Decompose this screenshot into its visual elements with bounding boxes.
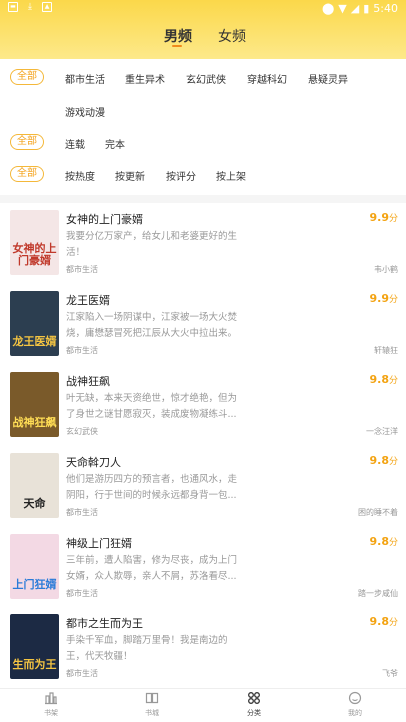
genre-option[interactable]: 悬疑灵异 bbox=[308, 71, 348, 86]
book-title: 天命斡刀人 bbox=[66, 456, 121, 469]
section-divider bbox=[0, 195, 406, 203]
book-description: 他们是游历四方的预言者，也通风水，走阴阳，行于世间的时候永远都身背一包... bbox=[66, 474, 238, 501]
book-title: 战神狂飙 bbox=[66, 375, 110, 388]
book-item[interactable]: 天命 天命斡刀人 9.8分 他们是游历四方的预言者，也通风水，走阴阳，行于世间的… bbox=[0, 453, 406, 533]
bottom-nav: 书架 书城 分类 我的 bbox=[0, 688, 406, 722]
location-icon: ⬤ bbox=[321, 2, 335, 15]
book-cover: 龙王医婿 bbox=[10, 291, 59, 356]
genre-option[interactable]: 都市生活 bbox=[65, 71, 105, 86]
sort-option[interactable]: 按评分 bbox=[166, 168, 196, 183]
nav-bookshelf[interactable]: 书架 bbox=[21, 691, 81, 718]
book-author: 飞爷 bbox=[382, 669, 398, 678]
tab-male[interactable]: 男频 bbox=[164, 26, 192, 46]
book-author: 踏一步咸仙 bbox=[358, 589, 398, 598]
genre-option[interactable]: 玄幻武侠 bbox=[186, 71, 226, 86]
status-option[interactable]: 连载 bbox=[65, 136, 85, 151]
book-title: 都市之生而为王 bbox=[66, 617, 143, 630]
book-category: 都市生活 bbox=[66, 508, 98, 517]
sort-option[interactable]: 按热度 bbox=[65, 168, 95, 183]
book-cover: 上门狂婿 bbox=[10, 534, 59, 599]
book-category: 都市生活 bbox=[66, 589, 98, 598]
book-item[interactable]: 女神的上门豪婿 女神的上门豪婿 9.9分 我要分亿万家产，给女儿和老婆更好的生活… bbox=[0, 210, 406, 290]
sort-all-chip[interactable]: 全部 bbox=[10, 166, 44, 182]
book-author: 困的睡不着 bbox=[358, 508, 398, 517]
book-score: 9.9分 bbox=[369, 292, 398, 305]
genre-all-chip[interactable]: 全部 bbox=[10, 69, 44, 85]
book-author: 一念汪洋 bbox=[366, 427, 398, 436]
genre-option[interactable]: 穿越科幻 bbox=[247, 71, 287, 86]
sort-option[interactable]: 按更新 bbox=[115, 168, 145, 183]
book-item[interactable]: 龙王医婿 龙王医婿 9.9分 江家陷入一场阴谋中，江家被一场大火焚烧，庸懋瑟冒死… bbox=[0, 291, 406, 371]
bookshelf-icon bbox=[45, 692, 57, 705]
book-title: 神级上门狂婿 bbox=[66, 537, 132, 550]
book-author: 韦小鹤 bbox=[374, 265, 398, 274]
book-item[interactable]: 生而为王 都市之生而为王 9.8分 手染千军血，脚踏万里骨！我是南边的王，代天牧… bbox=[0, 614, 406, 694]
nav-bookstore[interactable]: 书城 bbox=[122, 691, 182, 718]
book-cover: 战神狂飙 bbox=[10, 372, 59, 437]
book-description: 三年前，遭人陷害，修为尽丧，成为上门女婿，众人欺辱，亲人不屑，苏洛看尽... bbox=[66, 555, 238, 582]
book-icon bbox=[145, 692, 159, 704]
nav-profile[interactable]: 我的 bbox=[325, 691, 385, 718]
image-icon: ▲ bbox=[42, 2, 52, 12]
nav-category[interactable]: 分类 bbox=[224, 691, 284, 718]
category-icon bbox=[248, 692, 260, 704]
notification-icon: ▬ bbox=[8, 2, 18, 12]
wifi-icon: ▼ bbox=[338, 2, 347, 15]
book-description: 江家陷入一场阴谋中，江家被一场大火焚烧，庸懋瑟冒死把江辰从大火中拉出来。十 bbox=[66, 312, 238, 339]
book-author: 轩辕狂 bbox=[374, 346, 398, 355]
book-category: 玄幻武侠 bbox=[66, 427, 98, 436]
book-score: 9.8分 bbox=[369, 615, 398, 628]
signal-icon: ◢ bbox=[350, 2, 360, 15]
book-title: 女神的上门豪婿 bbox=[66, 213, 143, 226]
book-score: 9.8分 bbox=[369, 373, 398, 386]
tab-female[interactable]: 女频 bbox=[218, 26, 246, 46]
book-title: 龙王医婿 bbox=[66, 294, 110, 307]
book-cover: 女神的上门豪婿 bbox=[10, 210, 59, 275]
battery-icon: ▮ bbox=[363, 2, 370, 15]
status-all-chip[interactable]: 全部 bbox=[10, 134, 44, 150]
download-icon: ⤓ bbox=[28, 2, 32, 12]
tab-indicator bbox=[172, 45, 182, 47]
clock: 5:40 bbox=[373, 2, 398, 15]
sort-option[interactable]: 按上架 bbox=[216, 168, 246, 183]
book-item[interactable]: 战神狂飙 战神狂飙 9.8分 叶无缺，本来天资绝世，惊才绝艳，但为了身世之谜甘愿… bbox=[0, 372, 406, 452]
smile-icon bbox=[348, 691, 362, 705]
book-category: 都市生活 bbox=[66, 346, 98, 355]
book-description: 我要分亿万家产，给女儿和老婆更好的生活！ bbox=[66, 231, 238, 258]
book-score: 9.8分 bbox=[369, 535, 398, 548]
book-item[interactable]: 上门狂婿 神级上门狂婿 9.8分 三年前，遭人陷害，修为尽丧，成为上门女婿，众人… bbox=[0, 534, 406, 614]
book-category: 都市生活 bbox=[66, 669, 98, 678]
book-cover: 生而为王 bbox=[10, 614, 59, 679]
genre-option[interactable]: 游戏动漫 bbox=[65, 104, 105, 119]
book-category: 都市生活 bbox=[66, 265, 98, 274]
book-description: 叶无缺，本来天资绝世，惊才绝艳，但为了身世之谜甘愿寂灭，装成废物凝练斗... bbox=[66, 393, 238, 420]
top-header: ▬ ⤓ ▲ ⬤ ▼ ◢ ▮ 5:40 男频 女频 bbox=[0, 0, 406, 59]
status-option[interactable]: 完本 bbox=[105, 136, 125, 151]
status-bar: ▬ ⤓ ▲ ⬤ ▼ ◢ ▮ 5:40 bbox=[0, 0, 406, 17]
genre-option[interactable]: 重生异术 bbox=[125, 71, 165, 86]
book-cover: 天命 bbox=[10, 453, 59, 518]
book-score: 9.8分 bbox=[369, 454, 398, 467]
book-description: 手染千军血，脚踏万里骨！我是南边的王，代天牧疆！ bbox=[66, 635, 228, 662]
book-score: 9.9分 bbox=[369, 211, 398, 224]
